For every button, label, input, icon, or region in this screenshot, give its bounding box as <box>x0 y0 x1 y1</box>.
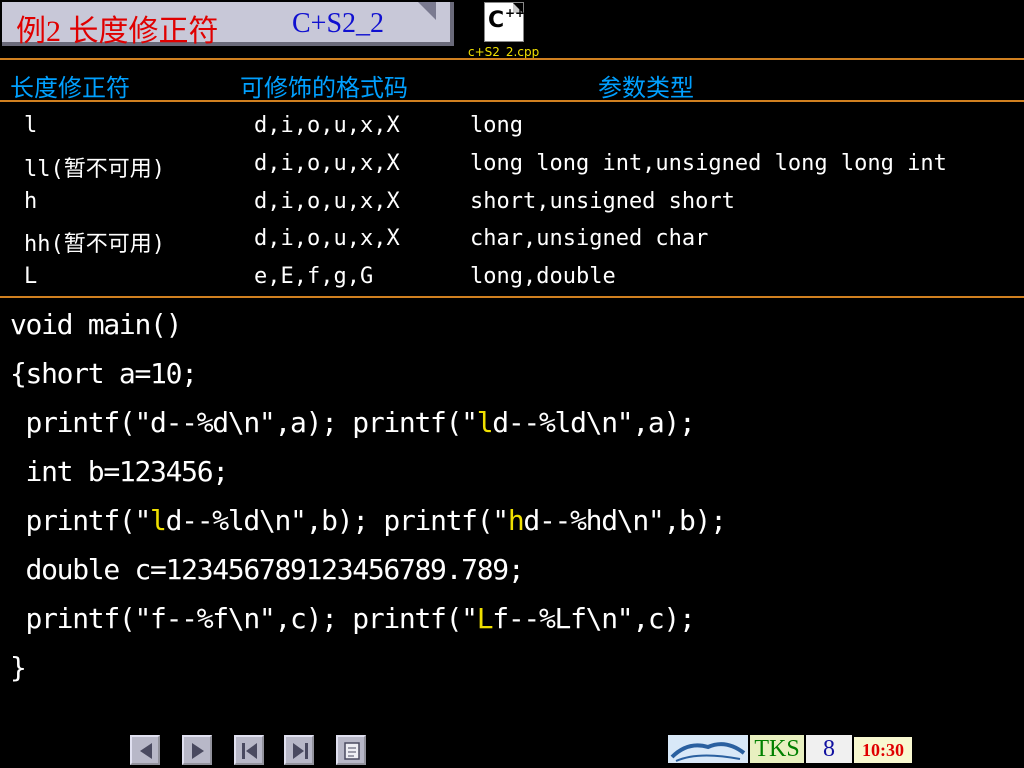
table-cell-format: e,E,f,g,G <box>254 264 374 289</box>
code-segment: d--%ld\n",b); printf(" <box>165 504 510 537</box>
page-curl-decoration <box>418 2 436 20</box>
school-logo <box>668 735 748 763</box>
c-glyph: C <box>488 8 505 33</box>
code-segment: f--%Lf\n",c); <box>492 602 696 635</box>
last-icon <box>293 743 308 759</box>
previous-button[interactable] <box>130 735 160 765</box>
table-cell-format: d,i,o,u,x,X <box>254 113 400 138</box>
first-button[interactable] <box>234 735 264 765</box>
file-name-label[interactable]: c+S2_2.cpp <box>468 45 539 59</box>
title-box: 例2 长度修正符 C+S2_2 <box>2 2 454 48</box>
table-cell-modifier: h <box>24 189 38 214</box>
code-line: {short a=10; <box>10 357 198 390</box>
table-cell-type: char,unsigned char <box>470 226 709 251</box>
last-button[interactable] <box>284 735 314 765</box>
cpp-file-icon[interactable]: C ++ <box>484 2 526 42</box>
table-cell-format: d,i,o,u,x,X <box>254 151 400 176</box>
slide-title: 例2 长度修正符 <box>16 15 219 48</box>
code-line: int b=123456; <box>10 455 230 488</box>
page-icon <box>344 742 360 760</box>
table-cell-modifier: L <box>24 264 38 289</box>
code-line: printf("ld--%ld\n",b); printf("hd--%hd\n… <box>10 504 727 537</box>
table-top-divider <box>0 58 1024 60</box>
code-line: void main() <box>10 308 182 341</box>
table-cell-type: long,double <box>470 264 616 289</box>
code-line: double c=123456789123456789.789; <box>10 553 525 586</box>
code-segment: printf("d--%d\n",a); printf(" <box>10 406 478 439</box>
table-header-type: 参数类型 <box>598 74 694 102</box>
plus-glyph: ++ <box>505 6 526 20</box>
table-bottom-divider <box>0 296 1024 298</box>
table-cell-modifier: hh(暂不可用) <box>24 232 165 257</box>
code-highlight: l <box>150 504 167 537</box>
previous-icon <box>140 743 152 759</box>
code-line: printf("d--%d\n",a); printf("ld--%ld\n",… <box>10 406 696 439</box>
page-button[interactable] <box>336 735 366 765</box>
table-cell-format: d,i,o,u,x,X <box>254 189 400 214</box>
code-segment: printf(" <box>10 504 152 537</box>
clock-time: 10:30 <box>854 737 912 763</box>
table-header-modifier: 长度修正符 <box>10 74 130 102</box>
table-header-format: 可修饰的格式码 <box>240 74 408 102</box>
code-segment: d--%hd\n",b); <box>523 504 727 537</box>
next-icon <box>192 743 204 759</box>
table-cell-type: short,unsigned short <box>470 189 735 214</box>
code-line: } <box>10 651 27 684</box>
table-cell-type: long long int,unsigned long long int <box>470 151 947 176</box>
logo-graphic <box>668 735 748 763</box>
code-highlight: h <box>507 504 525 537</box>
code-segment: d--%ld\n",a); <box>492 406 696 439</box>
brand-label: TKS <box>750 735 804 763</box>
code-segment: printf("f--%f\n",c); printf(" <box>10 602 478 635</box>
next-button[interactable] <box>182 735 212 765</box>
first-icon <box>242 743 257 759</box>
code-line: printf("f--%f\n",c); printf("Lf--%Lf\n",… <box>10 602 696 635</box>
table-cell-format: d,i,o,u,x,X <box>254 226 400 251</box>
table-cell-type: long <box>470 113 523 138</box>
code-highlight: L <box>476 602 494 635</box>
table-cell-modifier: ll(暂不可用) <box>24 157 165 182</box>
table-cell-modifier: l <box>24 113 38 138</box>
slide-title-code: C+S2_2 <box>292 8 385 39</box>
table-header-divider <box>0 100 1024 102</box>
page-number: 8 <box>806 735 852 763</box>
code-highlight: l <box>476 406 494 439</box>
